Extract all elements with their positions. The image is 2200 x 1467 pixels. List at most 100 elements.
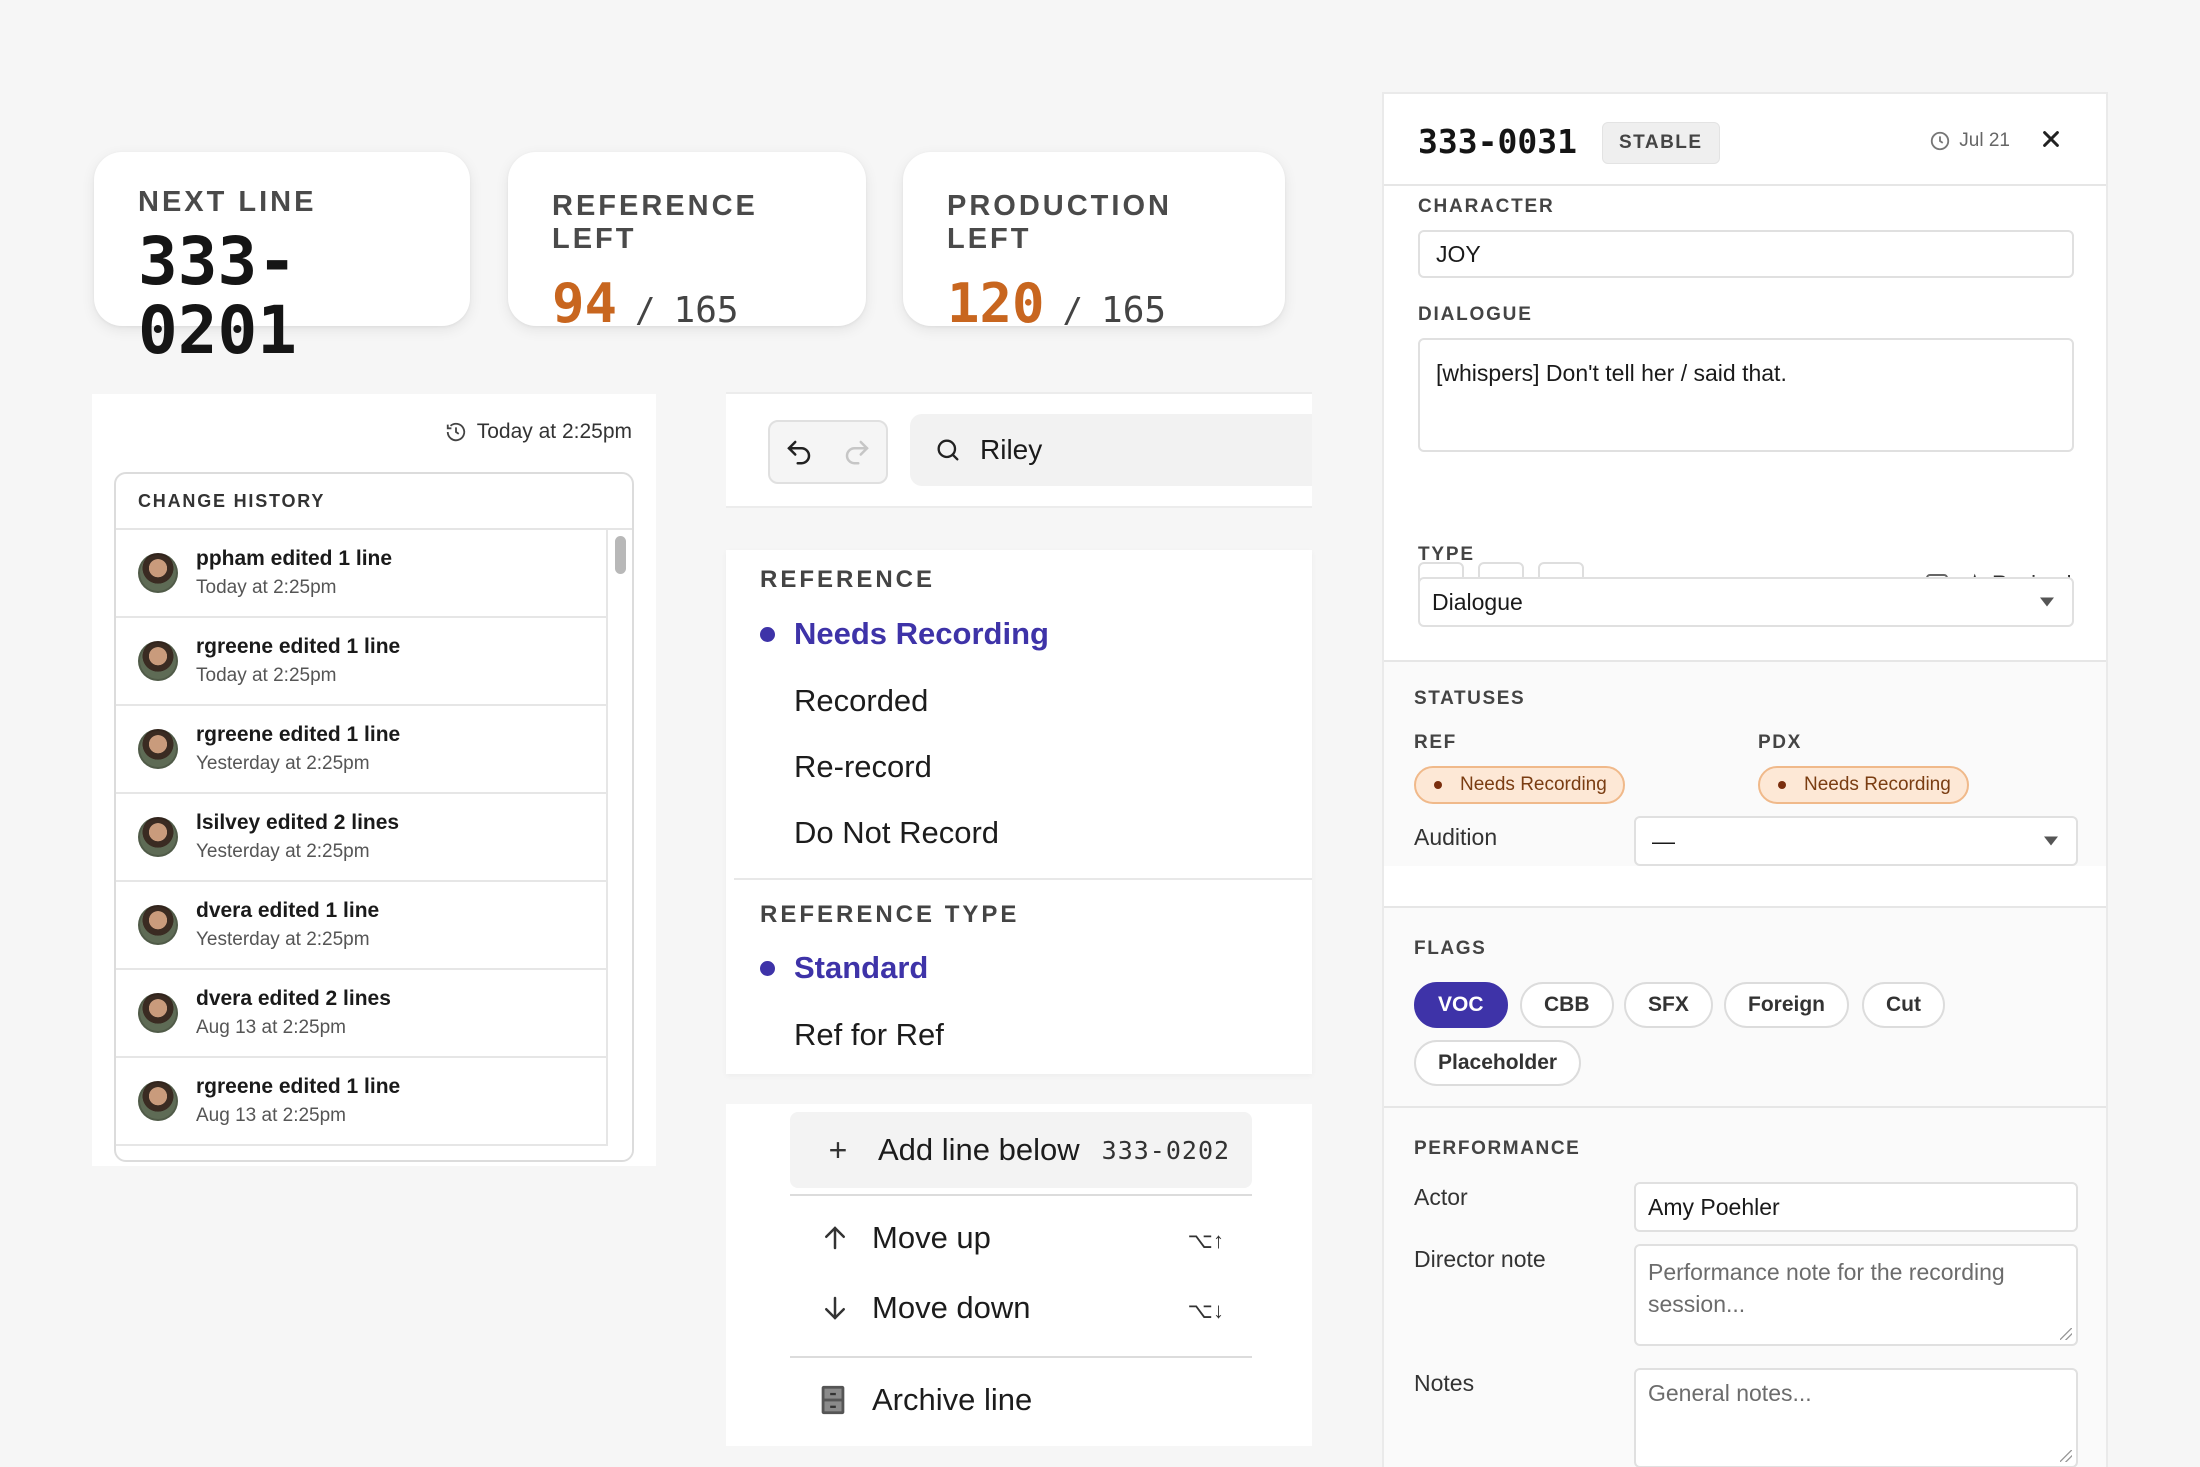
history-item[interactable]: dvera edited 2 lines Aug 13 at 2:25pm [116, 970, 608, 1058]
actor-input-value: Amy Poehler [1648, 1193, 1780, 1220]
history-item-name: dvera edited 2 lines [196, 987, 391, 1010]
history-item[interactable]: rgreene edited 1 line Aug 13 at 2:25pm [116, 1058, 608, 1146]
flag-chip-sfx[interactable]: SFX [1624, 982, 1713, 1028]
history-clock-icon [446, 422, 465, 442]
pdx-status-pill[interactable]: Needs Recording [1758, 766, 1969, 804]
reference-left-label: REFERENCE LEFT [552, 190, 758, 255]
history-item-name: dvera edited 1 line [196, 899, 380, 922]
director-note-placeholder: Performance note for the recording sessi… [1648, 1259, 2005, 1318]
dialogue-input[interactable]: [whispers] Don't tell her / said that. [1418, 338, 2074, 452]
panel-date: Jul 21 [1929, 130, 2010, 152]
archive-line-item[interactable]: Archive line [816, 1382, 1032, 1418]
director-note-input[interactable]: Performance note for the recording sessi… [1634, 1244, 2078, 1346]
ref-status-text: Needs Recording [1460, 774, 1607, 795]
reference-section-label: REFERENCE [760, 566, 936, 593]
panel-header: 333-0031 STABLE Jul 21 [1384, 94, 2106, 186]
add-line-below-item[interactable]: + Add line below 333-0202 [790, 1112, 1252, 1188]
history-item[interactable]: dvera edited 1 line Yesterday at 2:25pm [116, 882, 608, 970]
history-item-time: Today at 2:25pm [196, 577, 337, 598]
search-input[interactable]: Riley [910, 414, 1312, 486]
pdx-status-text: Needs Recording [1804, 774, 1951, 795]
avatar [138, 905, 178, 945]
character-input-value: JOY [1436, 240, 1481, 267]
notes-input[interactable]: General notes... [1634, 1368, 2078, 1467]
archive-line-label: Archive line [872, 1382, 1033, 1417]
type-dropdown-value: Dialogue [1432, 588, 1523, 615]
history-timestamp: Today at 2:25pm [445, 420, 632, 444]
menu-divider [790, 1194, 1252, 1196]
line-context-menu: + Add line below 333-0202 Move up ⌥↑ Mov… [726, 1104, 1312, 1446]
add-line-below-code: 333-0202 [1101, 1135, 1231, 1165]
character-label: CHARACTER [1418, 196, 1555, 217]
status-badge: STABLE [1602, 122, 1720, 164]
production-left-card: PRODUCTION LEFT 120 / 165 [903, 152, 1285, 335]
add-line-below-label: Add line below [878, 1132, 1080, 1167]
line-detail-panel: 333-0031 STABLE Jul 21 CHARACTER JOY DIA… [1382, 92, 2108, 1467]
flag-chip-voc[interactable]: VOC [1414, 982, 1508, 1028]
next-line-card: NEXT LINE 333-0201 [94, 152, 470, 365]
history-item-name: lsilvey edited 2 lines [196, 811, 400, 834]
resize-handle[interactable] [2060, 1450, 2072, 1462]
actor-label: Actor [1414, 1184, 1468, 1210]
selected-indicator [760, 961, 775, 976]
flag-chip-cut[interactable]: Cut [1862, 982, 1945, 1028]
history-item[interactable]: ppham edited 1 line Today at 2:25pm [116, 530, 608, 618]
type-label: TYPE [1418, 544, 1475, 565]
dialogue-input-value: [whispers] Don't tell her / said that. [1436, 360, 1787, 386]
menu-option-do-not-record[interactable]: Do Not Record [794, 815, 999, 851]
chevron-down-icon [2040, 597, 2054, 607]
menu-option-ref-for-ref[interactable]: Ref for Ref [794, 1017, 944, 1053]
performance-section: PERFORMANCE Actor Amy Poehler Director n… [1384, 1106, 2106, 1467]
type-dropdown[interactable]: Dialogue [1418, 577, 2074, 627]
history-scrollbar-thumb[interactable] [615, 536, 626, 574]
reference-left-card: REFERENCE LEFT 94 / 165 [508, 152, 866, 335]
notes-label: Notes [1414, 1370, 1475, 1396]
audition-select[interactable]: — [1634, 816, 2078, 866]
flags-section: FLAGS VOC CBB SFX Foreign Cut Placeholde… [1384, 906, 2106, 1106]
avatar [138, 993, 178, 1033]
clock-icon [1931, 131, 1950, 151]
actor-input[interactable]: Amy Poehler [1634, 1182, 2078, 1232]
character-input[interactable]: JOY [1418, 230, 2074, 278]
production-left-total: 165 [1101, 290, 1167, 331]
reference-left-separator: / [635, 291, 656, 331]
history-item-time: Aug 13 at 2:25pm [196, 1105, 346, 1126]
history-item-time: Yesterday at 2:25pm [196, 841, 370, 862]
menu-option-needs-recording[interactable]: Needs Recording [794, 616, 1049, 652]
status-dot-icon [1778, 781, 1786, 789]
chevron-down-icon [2044, 836, 2058, 846]
history-item[interactable]: rgreene edited 1 line Today at 2:25pm [116, 618, 608, 706]
move-up-item[interactable]: Move up [820, 1220, 991, 1256]
close-icon [2043, 131, 2059, 147]
production-left-separator: / [1062, 291, 1084, 331]
resize-handle[interactable] [2060, 1328, 2072, 1340]
close-button[interactable] [2040, 120, 2062, 159]
history-item[interactable]: rgreene edited 1 line Yesterday at 2:25pm [116, 706, 608, 794]
history-item[interactable]: lsilvey edited 2 lines Yesterday at 2:25p… [116, 794, 608, 882]
history-item-name: rgreene edited 1 line [196, 635, 401, 658]
change-history-box: CHANGE HISTORY ppham edited 1 line Today … [114, 472, 634, 1162]
menu-option-recorded[interactable]: Recorded [794, 683, 928, 719]
history-timestamp-text: Today at 2:25pm [476, 420, 632, 443]
menu-option-standard[interactable]: Standard [794, 950, 928, 986]
move-up-label: Move up [872, 1220, 991, 1255]
history-item-name: ppham edited 1 line [196, 547, 393, 570]
toolbar: Riley [726, 392, 1312, 508]
flag-chip-foreign[interactable]: Foreign [1724, 982, 1849, 1028]
menu-divider [734, 878, 1312, 880]
director-note-label: Director note [1414, 1246, 1546, 1272]
ref-status-pill[interactable]: Needs Recording [1414, 766, 1625, 804]
change-history-title: CHANGE HISTORY [116, 474, 632, 530]
undo-button[interactable] [770, 422, 828, 482]
history-scrollbar[interactable] [608, 530, 632, 1160]
redo-button[interactable] [828, 422, 886, 482]
search-icon [937, 439, 959, 461]
flag-chip-cbb[interactable]: CBB [1520, 982, 1614, 1028]
flag-chip-placeholder[interactable]: Placeholder [1414, 1040, 1582, 1086]
arrow-up-icon [825, 1226, 845, 1250]
move-down-item[interactable]: Move down [820, 1290, 1031, 1326]
archive-cabinet-icon [821, 1385, 845, 1415]
history-item-name: rgreene edited 1 line [196, 1075, 401, 1098]
menu-option-re-record[interactable]: Re-record [794, 749, 932, 785]
avatar [138, 553, 178, 593]
